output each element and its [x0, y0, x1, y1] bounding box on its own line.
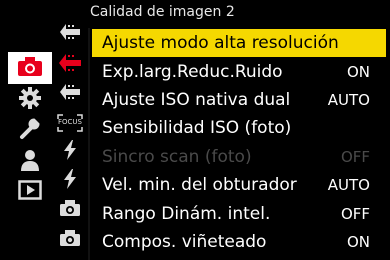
menu-item-label: Ajuste modo alta resolución: [102, 33, 339, 54]
camera-icon: [16, 55, 44, 81]
camera-small-icon: [59, 199, 81, 221]
tab-camera[interactable]: [8, 52, 52, 84]
menu-item-label: Sensibilidad ISO (foto): [102, 118, 292, 139]
menu-item-value: AUTO: [327, 176, 370, 195]
menu-item-high-resolution-mode[interactable]: Ajuste modo alta resolución: [92, 29, 386, 58]
subtab-3[interactable]: [52, 82, 88, 106]
page-title: Calidad de imagen 2: [90, 4, 235, 20]
diamond-arrow-icon: [59, 83, 81, 105]
focus-icon: FOCUS: [57, 114, 83, 132]
sub-tabs: FOCUS: [52, 0, 88, 260]
camera-small-icon: [59, 229, 81, 251]
focus-label: FOCUS: [58, 118, 82, 126]
menu-item-label: Compos. viñeteado: [102, 231, 267, 252]
subtab-5[interactable]: [52, 140, 88, 164]
flash-icon: [62, 169, 78, 193]
tab-playback[interactable]: [8, 178, 52, 206]
category-tabs: [0, 0, 52, 260]
subtab-7[interactable]: [52, 198, 88, 222]
menu-item-value: OFF: [340, 147, 370, 166]
person-icon: [19, 148, 41, 176]
menu-item-sync-scan: Sincro scan (foto) OFF: [92, 143, 386, 171]
subtab-8[interactable]: [52, 228, 88, 252]
menu-item-value: AUTO: [327, 90, 370, 109]
menu-item-value: ON: [346, 62, 370, 81]
subtab-1[interactable]: [52, 22, 88, 46]
diamond-arrow-active-icon: [58, 53, 82, 77]
menu-item-label: Ajuste ISO nativa dual: [102, 89, 291, 110]
menu-item-long-exposure-nr[interactable]: Exp.larg.Reduc.Ruido ON: [92, 57, 386, 85]
menu-item-label: Sincro scan (foto): [102, 146, 252, 167]
menu-item-iso-sensitivity[interactable]: Sensibilidad ISO (foto): [92, 114, 386, 142]
wrench-icon: [18, 116, 42, 144]
subtab-4[interactable]: FOCUS: [52, 111, 88, 135]
flash-icon: [62, 140, 78, 164]
menu-item-label: Exp.larg.Reduc.Ruido: [102, 61, 283, 82]
divider: [88, 28, 90, 260]
menu-item-label: Vel. min. del obturador: [102, 175, 297, 196]
menu-item-value: ON: [346, 232, 370, 251]
gear-icon: [18, 86, 42, 114]
subtab-2-active[interactable]: [52, 52, 88, 78]
subtab-6[interactable]: [52, 169, 88, 193]
tab-my-menu[interactable]: [8, 148, 52, 176]
menu-item-label: Rango Dinám. intel.: [102, 203, 271, 224]
tab-settings[interactable]: [8, 86, 52, 114]
menu-item-value: OFF: [340, 204, 370, 223]
diamond-arrow-icon: [59, 23, 81, 45]
menu-item-intelligent-dynamic-range[interactable]: Rango Dinám. intel. OFF: [92, 199, 386, 227]
menu-item-dual-native-iso[interactable]: Ajuste ISO nativa dual AUTO: [92, 86, 386, 114]
menu-list: Ajuste modo alta resolución Exp.larg.Red…: [92, 29, 386, 256]
menu-item-min-shutter-speed[interactable]: Vel. min. del obturador AUTO: [92, 171, 386, 199]
playback-icon: [18, 180, 42, 204]
menu-item-vignetting-comp[interactable]: Compos. viñeteado ON: [92, 228, 386, 256]
tab-setup[interactable]: [8, 116, 52, 144]
